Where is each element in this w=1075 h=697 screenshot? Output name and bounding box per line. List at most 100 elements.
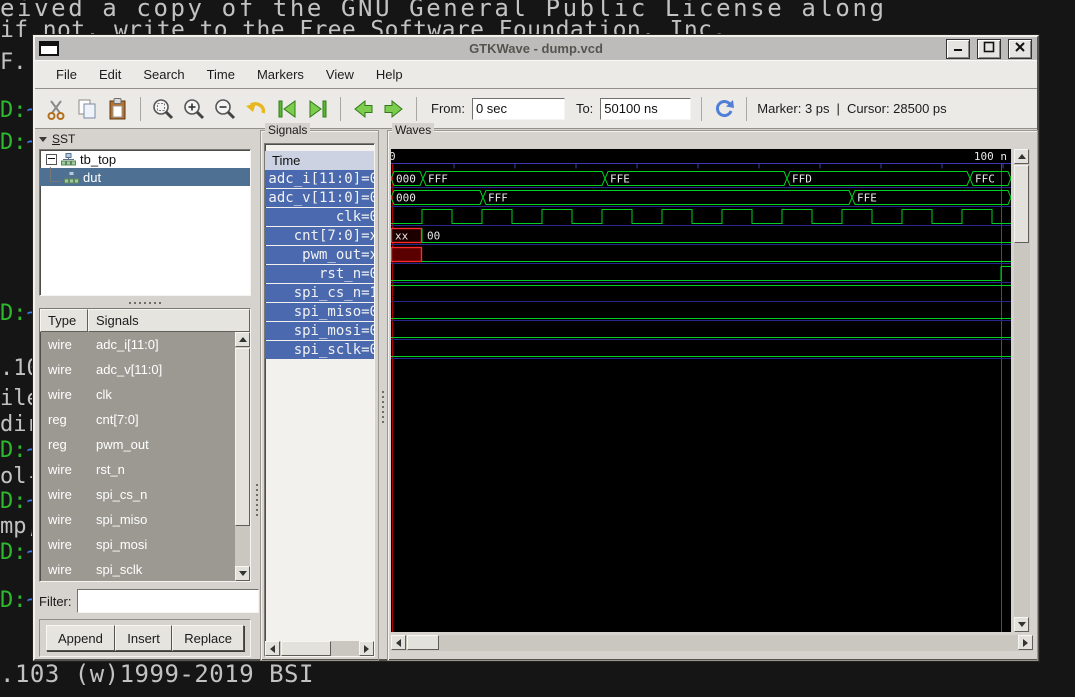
table-row[interactable]: wire adc_v[11:0] <box>40 357 235 382</box>
cut-icon[interactable] <box>44 97 68 121</box>
scroll-left-button[interactable] <box>265 641 280 656</box>
table-row[interactable]: wire rst_n <box>40 457 235 482</box>
tree-expander-icon[interactable] <box>46 153 57 165</box>
scrollbar-thumb[interactable] <box>235 348 250 526</box>
signal-type: wire <box>48 512 72 527</box>
menu-time[interactable]: Time <box>196 61 246 88</box>
signal-name: adc_i[11:0] <box>96 337 159 352</box>
zoom-fit-icon[interactable] <box>151 97 175 121</box>
menu-help[interactable]: Help <box>365 61 414 88</box>
zoom-in-icon[interactable] <box>182 97 206 121</box>
pane-splitter[interactable] <box>253 470 260 530</box>
column-header-type[interactable]: Type <box>40 309 88 332</box>
signal-type: wire <box>48 387 72 402</box>
shift-left-icon[interactable] <box>351 97 375 121</box>
signal-row[interactable]: clk=0 <box>265 208 374 226</box>
close-button[interactable] <box>1008 39 1032 59</box>
scroll-up-button[interactable] <box>1014 149 1029 164</box>
table-row[interactable]: wire clk <box>40 382 235 407</box>
signal-row[interactable]: rst_n=0 <box>265 265 374 283</box>
table-row[interactable]: reg pwm_out <box>40 432 235 457</box>
to-label: To: <box>575 101 594 116</box>
skip-to-end-icon[interactable] <box>306 97 330 121</box>
scroll-right-button[interactable] <box>1018 635 1033 650</box>
replace-button[interactable]: Replace <box>172 625 244 651</box>
filter-input[interactable] <box>76 589 259 613</box>
scroll-down-button[interactable] <box>1014 617 1029 632</box>
signal-type: wire <box>48 487 72 502</box>
waves-vscrollbar[interactable] <box>1014 149 1030 632</box>
menu-view[interactable]: View <box>315 61 365 88</box>
scroll-right-button[interactable] <box>359 641 374 656</box>
menu-search[interactable]: Search <box>132 61 195 88</box>
menu-markers[interactable]: Markers <box>246 61 315 88</box>
signal-row[interactable]: spi_cs_n=1 <box>265 284 374 302</box>
tree-item-tb_top[interactable]: tb_top <box>40 150 250 168</box>
table-row[interactable]: reg cnt[7:0] <box>40 407 235 432</box>
signal-name: clk <box>96 387 112 402</box>
tree-item-dut[interactable]: dut <box>40 166 250 186</box>
signal-row[interactable]: cnt[7:0]=x <box>265 227 374 245</box>
time-header[interactable]: Time <box>265 151 374 170</box>
toolbar-separator <box>340 96 341 121</box>
pane-handle[interactable] <box>39 299 251 306</box>
signal-row[interactable]: spi_sclk=0 <box>265 341 374 359</box>
reload-icon[interactable] <box>712 97 736 121</box>
waves-canvas[interactable]: 0 100 n 000 FFF FFE FFD FFC 000 FFF FFE xx 00 <box>391 149 1011 632</box>
minimize-button[interactable] <box>946 39 970 59</box>
signal-row[interactable]: adc_i[11:0]=0 <box>265 170 374 188</box>
scroll-up-button[interactable] <box>235 332 250 347</box>
scrollbar-thumb[interactable] <box>281 641 331 656</box>
waves-canvas-svg[interactable]: 0 100 n 000 FFF FFE FFD FFC 000 FFF FFE xx 00 <box>391 149 1011 632</box>
svg-text:FFD: FFD <box>792 173 812 186</box>
signals-hscrollbar[interactable] <box>265 641 374 656</box>
table-row[interactable]: wire spi_mosi <box>40 532 235 557</box>
signal-row-label: spi_cs_n=1 <box>293 285 374 301</box>
from-label: From: <box>431 101 465 116</box>
column-header-signals[interactable]: Signals <box>88 309 250 332</box>
table-row[interactable]: wire adc_i[11:0] <box>40 332 235 357</box>
paste-icon[interactable] <box>106 97 130 121</box>
title-bar[interactable]: GTKWave - dump.vcd <box>35 37 1037 60</box>
signal-row-label: clk=0 <box>335 209 374 225</box>
menu-edit[interactable]: Edit <box>88 61 132 88</box>
insert-button[interactable]: Insert <box>115 625 172 651</box>
zoom-out-icon[interactable] <box>213 97 237 121</box>
signal-row-label: rst_n=0 <box>318 266 374 282</box>
scroll-down-button[interactable] <box>235 566 250 581</box>
waves-hscrollbar[interactable] <box>391 635 1033 651</box>
svg-text:100 n: 100 n <box>974 150 1007 163</box>
signal-row-label: pwm_out=x <box>302 247 374 263</box>
signal-row[interactable]: spi_miso=0 <box>265 303 374 321</box>
table-row[interactable]: wire spi_sclk <box>40 557 235 581</box>
signal-row[interactable]: adc_v[11:0]=0 <box>265 189 374 207</box>
zoom-undo-icon[interactable] <box>244 97 268 121</box>
to-input[interactable] <box>600 97 692 120</box>
waves-frame-label: Waves <box>392 123 435 137</box>
shift-right-icon[interactable] <box>382 97 406 121</box>
from-input[interactable] <box>471 97 565 120</box>
sst-header[interactable]: SST <box>39 130 255 148</box>
table-row[interactable]: wire spi_miso <box>40 507 235 532</box>
copy-icon[interactable] <box>75 97 99 121</box>
signal-row[interactable]: pwm_out=x <box>265 246 374 264</box>
svg-text:000: 000 <box>396 173 416 186</box>
svg-text:FFE: FFE <box>610 173 630 186</box>
skip-to-start-icon[interactable] <box>275 97 299 121</box>
table-row[interactable]: wire spi_cs_n <box>40 482 235 507</box>
scroll-left-button[interactable] <box>391 635 406 650</box>
signal-type: wire <box>48 362 72 377</box>
toolbar-separator <box>746 96 748 121</box>
menu-file[interactable]: File <box>45 61 88 88</box>
maximize-button[interactable] <box>977 39 1001 59</box>
toolbar: From: To: Marker: 3 ps | Cursor: 28500 p… <box>35 89 1037 129</box>
sst-tree: tb_top dut <box>39 149 251 296</box>
signals-table-scrollbar[interactable] <box>235 332 250 581</box>
signal-row-label: spi_miso=0 <box>293 304 374 320</box>
append-button[interactable]: Append <box>46 625 115 651</box>
expander-triangle-icon <box>39 136 47 142</box>
scrollbar-thumb[interactable] <box>407 635 439 650</box>
signal-row[interactable]: spi_mosi=0 <box>265 322 374 340</box>
scrollbar-thumb[interactable] <box>1014 165 1029 243</box>
pane-splitter[interactable] <box>379 377 386 437</box>
